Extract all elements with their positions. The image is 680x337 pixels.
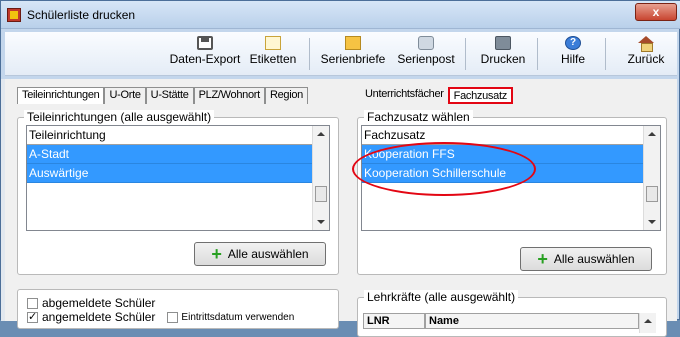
home-icon [638, 36, 654, 52]
hilfe-button[interactable]: ? Hilfe [553, 36, 593, 74]
content-area: Teileinrichtungen U-Orte U-Stätte PLZ/Wo… [5, 79, 677, 337]
window-title: Schülerliste drucken [27, 8, 136, 22]
scroll-thumb[interactable] [315, 186, 327, 202]
help-icon: ? [565, 36, 581, 50]
toolbar-separator [309, 38, 310, 70]
serienbriefe-button[interactable]: Serienbriefe [315, 36, 391, 74]
tab-plz-wohnort[interactable]: PLZ/Wohnort [193, 87, 265, 104]
toolbar-separator [537, 38, 538, 70]
scroll-thumb[interactable] [646, 186, 658, 202]
tab-region[interactable]: Region [264, 87, 308, 104]
tab-u-orte[interactable]: U-Orte [104, 87, 146, 104]
scrollbar[interactable] [312, 126, 329, 230]
list-item[interactable]: Auswärtige [27, 164, 312, 183]
abgemeldete-checkbox[interactable] [27, 297, 38, 309]
daten-export-button[interactable]: Daten-Export [167, 36, 243, 74]
group-title: Teileinrichtungen (alle ausgewählt) [24, 110, 215, 124]
column-header-name[interactable]: Name [425, 313, 639, 329]
eintritt-checkbox-row[interactable]: Eintrittsdatum verwenden [167, 311, 294, 323]
scroll-down-icon[interactable] [648, 220, 656, 224]
eintritt-checkbox[interactable] [167, 311, 179, 323]
etiketten-button[interactable]: Etiketten [245, 36, 301, 74]
serienpost-button[interactable]: Serienpost [391, 36, 461, 74]
toolbar-separator [465, 38, 466, 70]
scroll-down-icon[interactable] [317, 220, 325, 224]
fachzusatz-group: Fachzusatz wählen Fachzusatz Kooperation… [352, 110, 667, 275]
angemeldete-checkbox-row[interactable]: angemeldete Schüler Eintrittsdatum verwe… [27, 310, 294, 324]
plus-icon: + [537, 249, 548, 269]
scrollbar[interactable] [643, 126, 660, 230]
alle-auswaehlen-button-right[interactable]: + Alle auswählen [520, 247, 652, 271]
mail-icon [265, 36, 281, 50]
list-item[interactable]: A-Stadt [27, 145, 312, 164]
left-tab-strip: Teileinrichtungen U-Orte U-Stätte PLZ/Wo… [17, 87, 308, 104]
right-tab-strip: Unterrichtsfächer Fachzusatz [361, 87, 513, 104]
group-title: Fachzusatz wählen [364, 110, 473, 124]
printer-icon [495, 36, 511, 50]
teileinrichtungen-group: Teileinrichtungen (alle ausgewählt) Teil… [17, 110, 339, 275]
toolbar: Daten-Export Etiketten Serienbriefe Seri… [5, 32, 677, 76]
scrollbar[interactable] [639, 313, 656, 333]
annotation-ellipse [352, 142, 536, 196]
plus-icon: + [211, 244, 222, 264]
tab-teileinrichtungen[interactable]: Teileinrichtungen [17, 87, 105, 104]
tab-u-staette[interactable]: U-Stätte [145, 87, 194, 104]
document-icon [345, 36, 361, 50]
list-header: Teileinrichtung [27, 126, 312, 145]
drucken-button[interactable]: Drucken [475, 36, 531, 74]
app-icon [7, 8, 21, 22]
print-dialog-window: Schülerliste drucken x Daten-Export Etik… [0, 0, 680, 337]
scroll-up-icon[interactable] [317, 132, 325, 136]
tab-unterrichtsfaecher[interactable]: Unterrichtsfächer [361, 87, 448, 104]
teileinrichtungen-listbox[interactable]: Teileinrichtung A-Stadt Auswärtige [26, 125, 330, 231]
disk-icon [197, 36, 213, 50]
scroll-up-icon[interactable] [648, 132, 656, 136]
column-header-lnr[interactable]: LNR [363, 313, 425, 329]
close-button[interactable]: x [635, 3, 677, 21]
abgemeldete-checkbox-row[interactable]: abgemeldete Schüler [27, 296, 155, 310]
zurueck-button[interactable]: Zurück [623, 36, 669, 74]
stamp-icon [418, 36, 434, 50]
angemeldete-checkbox[interactable] [27, 310, 38, 323]
title-bar: Schülerliste drucken x [1, 1, 680, 29]
list-header: Fachzusatz [362, 126, 643, 145]
alle-auswaehlen-button-left[interactable]: + Alle auswählen [194, 242, 326, 266]
group-title: Lehrkräfte (alle ausgewählt) [364, 290, 519, 304]
tab-fachzusatz[interactable]: Fachzusatz [447, 87, 513, 104]
toolbar-separator [605, 38, 606, 70]
